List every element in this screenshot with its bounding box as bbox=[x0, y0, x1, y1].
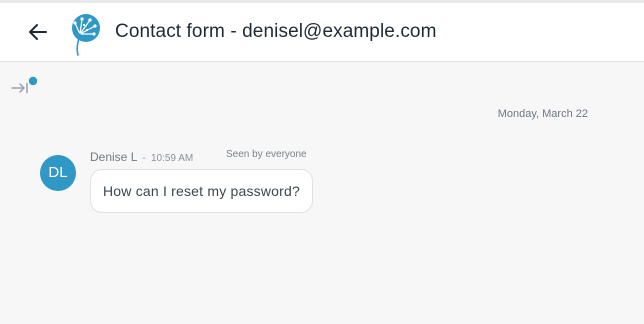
seen-status: Seen by everyone bbox=[226, 149, 307, 160]
message-bubble: How can I reset my password? bbox=[90, 169, 314, 213]
expand-sidebar-icon bbox=[11, 76, 38, 94]
back-button[interactable] bbox=[26, 20, 50, 44]
message-time: 10:59 AM bbox=[150, 153, 194, 164]
page-title: Contact form - denisel@example.com bbox=[115, 21, 437, 42]
arrow-left-icon bbox=[29, 24, 47, 40]
avatar: DL bbox=[40, 155, 76, 191]
dandelion-logo-icon bbox=[69, 12, 103, 56]
conversation-header: Contact form - denisel@example.com bbox=[0, 3, 644, 62]
meta-separator: - bbox=[142, 153, 146, 164]
sender-name: Denise L bbox=[90, 150, 137, 164]
date-divider: Monday, March 22 bbox=[497, 108, 588, 120]
notification-dot bbox=[28, 76, 38, 86]
chat-app: Contact form - denisel@example.com Monda… bbox=[0, 0, 644, 324]
message-meta: Denise L - 10:59 AM bbox=[90, 150, 193, 164]
expand-sidebar-button[interactable] bbox=[10, 76, 40, 98]
